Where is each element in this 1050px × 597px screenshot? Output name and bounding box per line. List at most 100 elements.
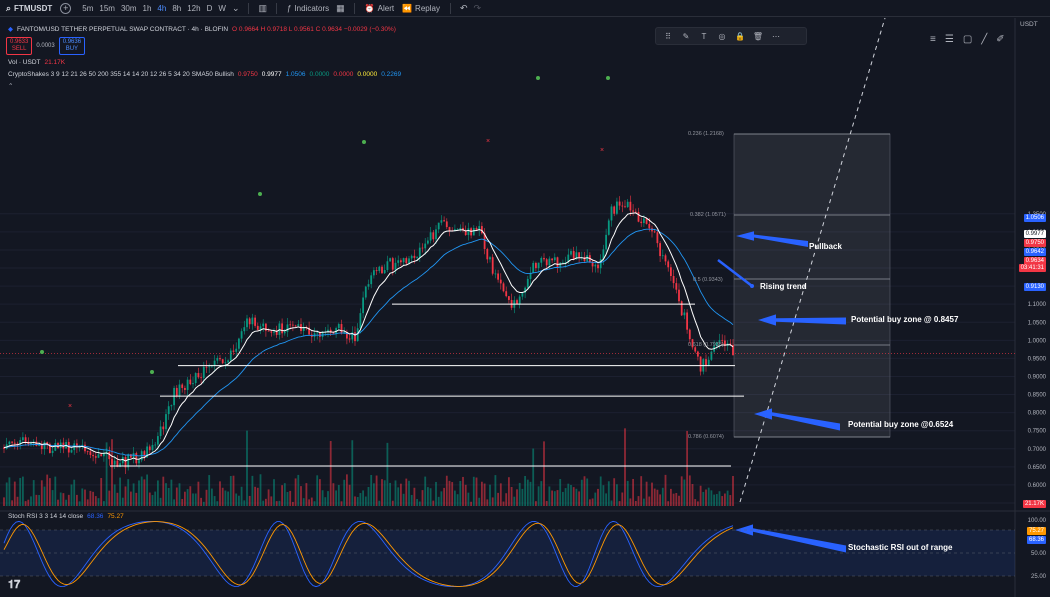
price-chart-svg[interactable]: 1.35001.30001.25001.20001.15001.10001.05… [0,18,1050,597]
candle-body [35,441,38,446]
volume-bar [572,487,575,506]
undo-icon[interactable]: ↶ [457,3,471,14]
lock-icon[interactable]: 🔒 [732,32,748,41]
candle-body [570,251,572,255]
sell-button[interactable]: 0.9633 SELL [6,37,33,55]
chart-area[interactable]: 1.35001.30001.25001.20001.15001.10001.05… [0,18,1050,597]
legend-collapse[interactable]: ⌃ [8,82,13,90]
indicator-title: CryptoShakes 3 9 12 21 26 50 200 355 14 … [8,71,234,78]
candle-body [427,240,429,244]
volume-bar [89,490,92,506]
volume-bar [602,485,605,506]
volume-bar [267,489,270,506]
volume-bar [713,494,715,506]
indicators-button[interactable]: ƒ Indicators [283,4,333,13]
volume-bar [148,492,151,506]
volume-bar [229,475,232,506]
candle-body [97,454,100,458]
text-color-icon[interactable]: T [696,32,712,41]
volume-bar [427,487,429,506]
timeframe-4h[interactable]: 4h [154,4,169,13]
fib-level-label: 0.236 (1.2168) [688,131,724,137]
timeframe-8h[interactable]: 8h [169,4,184,13]
volume-bar [175,487,178,506]
candle-body [208,366,211,368]
stoch-d-value: 75.27 [107,513,124,520]
timeframe-15m[interactable]: 15m [96,4,118,13]
timeframe-w[interactable]: W [215,4,229,13]
volume-bar [448,480,451,506]
volume-bar [251,475,254,506]
candle-body [294,325,297,327]
currency-label[interactable]: USDT [1020,21,1038,28]
volume-bar [467,492,470,506]
drag-handle-icon[interactable]: ⠿ [660,32,676,41]
fib-tool-icon[interactable]: ≡ [930,34,936,45]
candle-body [373,270,375,276]
volume-bar [30,496,32,506]
volume-bar [46,474,49,506]
volume-bar [221,487,224,506]
spread-value: 0.0003 [36,43,55,49]
visibility-icon[interactable]: ◎ [714,32,730,41]
candle-body [400,260,402,263]
replay-button[interactable]: ⏪ Replay [398,4,444,13]
candle-body [594,264,597,267]
volume-bar [386,442,389,506]
volume-bar [526,479,529,506]
candle-body [54,442,57,451]
volume-bar [543,441,545,506]
redo-icon[interactable]: ↷ [471,3,485,14]
templates-icon[interactable]: ▦ [333,3,348,14]
candle-body [491,257,494,274]
volume-bar [416,499,418,506]
volume-bar [381,479,383,506]
indicator-value-7: 0.2269 [381,71,402,78]
volume-bar [127,479,130,506]
volume-bar [370,475,373,506]
volume-bar [481,481,483,506]
more-icon[interactable]: ⋯ [768,32,784,41]
candle-body [648,223,651,229]
candle-body [656,232,659,244]
compare-add-icon[interactable]: + [60,2,72,14]
candle-body [8,441,11,445]
delete-icon[interactable]: 🗑 [750,32,766,41]
volume-bar [410,494,413,506]
candle-body [292,324,294,326]
candle-body [432,232,435,240]
timeframe-1h[interactable]: 1h [140,4,155,13]
symbol-search[interactable]: ⌕ FTMUSDT [0,3,58,14]
timeframe-12h[interactable]: 12h [184,4,203,13]
volume-bar [5,482,8,506]
alert-button[interactable]: ⏰ Alert [361,4,398,13]
timeframe-5m[interactable]: 5m [79,4,96,13]
candle-body [459,227,462,230]
volume-bar [113,484,116,506]
volume-bar [108,490,111,506]
stoch-tick: 25.00 [1031,574,1047,580]
rectangle-tool-icon[interactable]: ▢ [963,34,972,45]
volume-bar [213,496,216,506]
brush-tool-icon[interactable]: ✐ [996,34,1004,45]
buy-button[interactable]: 0.9636 BUY [58,37,86,55]
volume-bar [472,476,475,506]
range-tool-icon[interactable]: ☰ [945,34,954,45]
timeframe-30m[interactable]: 30m [118,4,140,13]
volume-bar [429,488,432,506]
paint-icon[interactable]: ✎ [678,32,694,41]
trendline-tool-icon[interactable]: ╱ [981,34,987,45]
bar-style-icon[interactable]: ▥ [255,3,270,14]
volume-bar [637,496,640,506]
candle-body [445,221,448,228]
price-tick: 0.9500 [1028,356,1047,362]
candle-body [135,453,138,464]
timeframe-d[interactable]: D [204,4,216,13]
volume-bar [151,495,154,506]
volume-bar [327,491,329,506]
volume-bar [305,483,308,506]
volume-bar [383,480,386,506]
candle-body [516,300,518,304]
chevron-down-icon[interactable]: ⌄ [229,3,243,14]
candle-body [597,264,599,269]
